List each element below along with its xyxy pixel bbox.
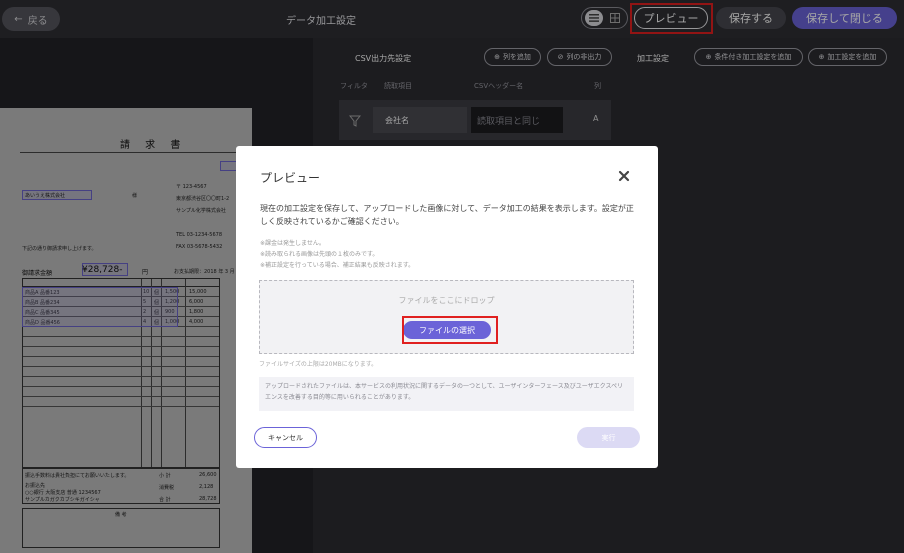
execute-button[interactable]: 実行 xyxy=(577,427,640,448)
modal-note: ※補正設定を行っている場合、補正結果も反映されます。 xyxy=(260,262,415,269)
highlight-box-select-file xyxy=(402,316,498,344)
usage-notice: アップロードされたファイルは、本サービスの利用状況に関するデータの一つとして、ユ… xyxy=(259,377,634,411)
modal-note: ※読み取られる画像は先頭の１枚のみです。 xyxy=(260,251,379,258)
file-size-limit: ファイルサイズの上限は20MBになります。 xyxy=(259,361,378,368)
modal-notes: ※課金は発生しません。 ※読み取られる画像は先頭の１枚のみです。 ※補正設定を行… xyxy=(260,238,414,271)
modal-description: 現在の加工設定を保存して、アップロードした画像に対して、データ加工の結果を表示し… xyxy=(260,204,634,226)
dropzone-text: ファイルをここにドロップ xyxy=(398,296,495,305)
modal-note: ※課金は発生しません。 xyxy=(260,240,325,247)
preview-modal: プレビュー 現在の加工設定を保存して、アップロードした画像に対して、データ加工の… xyxy=(236,146,658,468)
cancel-button[interactable]: キャンセル xyxy=(254,427,317,448)
close-icon[interactable] xyxy=(618,167,632,182)
modal-title: プレビュー xyxy=(260,171,321,185)
